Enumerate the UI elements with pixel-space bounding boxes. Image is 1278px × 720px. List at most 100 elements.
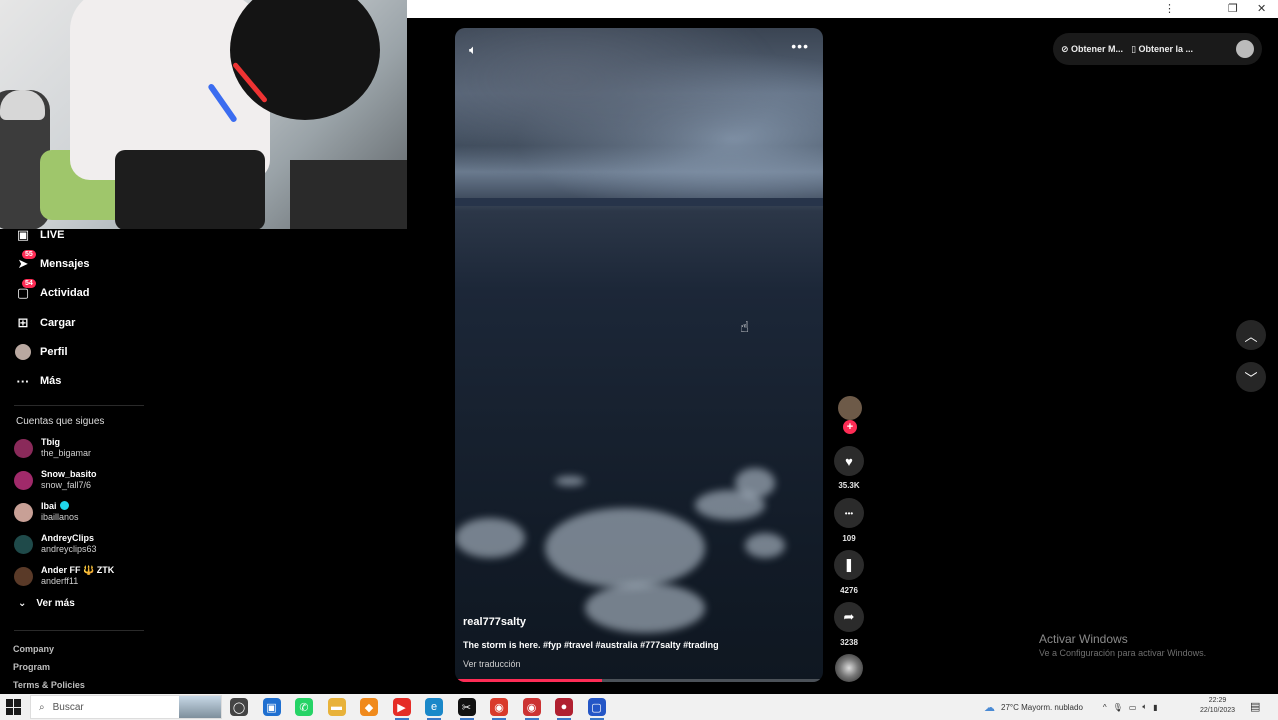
video-progress-fill	[455, 679, 603, 682]
mouse-cursor-icon: ☝︎	[740, 319, 750, 336]
sidebar-item-upload[interactable]: ⊞ Cargar	[14, 312, 76, 334]
watermark-title: Activar Windows	[1039, 632, 1128, 646]
sidebar-item-live[interactable]: ▣ LIVE	[14, 224, 65, 246]
messages-icon: ➤ 55	[14, 250, 36, 273]
taskbar-app-capcut[interactable]: ✂	[457, 698, 476, 716]
tray-chevron-icon[interactable]: ^	[1103, 703, 1107, 712]
account-name: Ibai	[41, 501, 57, 511]
account-handle: snow_fall7/6	[41, 480, 92, 490]
sidebar-item-more[interactable]: ··· Más	[14, 370, 62, 392]
comment-button[interactable]: •••	[834, 498, 864, 528]
video-foam	[555, 476, 585, 486]
get-coins-label: Obtener M...	[1071, 43, 1124, 54]
webcam-person-pants	[115, 150, 265, 229]
following-accounts-title: Cuentas que sigues	[16, 416, 105, 427]
follow-plus-icon[interactable]: +	[843, 420, 857, 434]
top-actions-bar: ⊘ Obtener M... ▯ Obtener la ...	[1053, 33, 1262, 65]
restore-window-icon[interactable]: ❐	[1228, 1, 1238, 17]
taskbar-app-edge[interactable]: e	[425, 698, 443, 716]
taskbar-app-file-explorer[interactable]: ▬	[327, 698, 346, 716]
video-foam	[745, 533, 785, 558]
taskbar-app-youtube[interactable]: ▶	[392, 698, 411, 716]
webcam-desk	[290, 160, 407, 229]
network-icon[interactable]: ▭	[1129, 703, 1137, 712]
sidebar-item-profile[interactable]: Perfil	[14, 341, 68, 363]
chevron-down-icon: ⌄	[18, 598, 27, 609]
chevron-down-icon: ﹀	[1244, 370, 1258, 386]
taskbar-app-task-view[interactable]: ◯	[230, 698, 248, 716]
sidebar-item-messages[interactable]: ➤ 55 Mensajes	[14, 250, 90, 275]
video-horizon	[455, 198, 823, 206]
volume-tray-icon[interactable]: 🔈︎	[1142, 702, 1147, 712]
taskbar-app-widgets[interactable]: ▣	[262, 698, 281, 716]
next-video-button[interactable]: ﹀	[1236, 362, 1266, 392]
video-progress-bar[interactable]	[455, 679, 823, 682]
save-count: 4276	[840, 586, 858, 595]
account-handle: anderff11	[41, 576, 79, 586]
weather-icon: ☁	[984, 701, 995, 714]
more-options-icon[interactable]: •••	[791, 38, 809, 54]
get-app-button[interactable]: ▯ Obtener la ...	[1131, 44, 1193, 55]
sidebar-item-label: Actividad	[40, 287, 90, 299]
video-author[interactable]: real777salty	[463, 616, 526, 628]
video-clouds	[455, 28, 823, 198]
weather-text[interactable]: 27°C Mayorm. nublado	[1001, 703, 1083, 712]
avatar	[14, 566, 33, 586]
taskbar-app-whatsapp[interactable]: ✆	[295, 698, 313, 716]
taskbar-app-chrome[interactable]: ◉	[490, 698, 508, 716]
activity-icon: ▢ 54	[14, 279, 36, 302]
previous-video-button[interactable]: ︿	[1236, 320, 1266, 350]
comment-count: 109	[842, 534, 856, 543]
notifications-icon[interactable]: ▤	[1250, 700, 1260, 713]
watermark-subtitle: Ve a Configuración para activar Windows.	[1039, 648, 1207, 658]
sidebar-divider	[14, 405, 144, 406]
get-coins-button[interactable]: ⊘ Obtener M...	[1061, 44, 1123, 55]
following-account-item[interactable]: AndreyClips andreyclips63	[14, 533, 97, 555]
taskbar-app-app-orange[interactable]: ◆	[360, 698, 378, 716]
taskbar-app-app-red[interactable]: ●	[555, 698, 573, 716]
translate-link[interactable]: Ver traducción	[463, 659, 521, 669]
taskbar-app-chrome-2[interactable]: ◉	[522, 698, 541, 716]
following-account-item[interactable]: Snow_basito snow_fall7/6	[14, 469, 97, 491]
music-disc-icon[interactable]	[835, 654, 863, 682]
search-placeholder: Buscar	[52, 701, 84, 713]
avatar	[14, 438, 33, 458]
video-foam	[545, 508, 705, 588]
save-button[interactable]: ❚	[834, 550, 864, 580]
volume-icon[interactable]: 🔈︎	[469, 42, 477, 58]
taskbar-app-app-blue[interactable]: ▢	[587, 698, 606, 716]
battery-icon[interactable]: ▮	[1153, 703, 1157, 712]
live-icon: ▣	[16, 227, 30, 242]
share-icon: ➦	[843, 609, 855, 624]
avatar	[14, 470, 33, 490]
chevron-up-icon: ︿	[1244, 328, 1258, 344]
footer-link-terms[interactable]: Terms & Policies	[13, 680, 85, 690]
heart-icon: ♥	[845, 453, 853, 469]
like-button[interactable]: ♥	[834, 446, 864, 476]
following-account-item[interactable]: Ander FF 🔱 ZTK anderff11	[14, 565, 114, 587]
following-account-item[interactable]: Ibai ibaillanos	[14, 501, 79, 523]
video-player[interactable]: 🔈︎ ••• real777salty The storm is here. #…	[455, 28, 823, 682]
taskbar-search[interactable]: ⌕ Buscar	[30, 695, 222, 719]
footer-link-company[interactable]: Company	[13, 644, 54, 654]
taskbar-clock[interactable]: 22:29 22/10/2023	[1200, 696, 1235, 716]
microphone-icon[interactable]: 🎙︎	[1113, 703, 1123, 712]
more-icon: ···	[16, 373, 30, 389]
close-window-icon[interactable]: ✕	[1257, 1, 1266, 17]
sidebar-item-activity[interactable]: ▢ 54 Actividad	[14, 279, 90, 304]
following-account-item[interactable]: Tbig the_bigamar	[14, 437, 91, 459]
windows-start-icon[interactable]	[6, 699, 22, 715]
verified-badge-icon	[59, 501, 69, 510]
menu-kebab-icon[interactable]: ⋮	[1164, 1, 1175, 17]
see-more-button[interactable]: ⌄ Ver más	[18, 598, 75, 609]
user-avatar[interactable]	[1236, 40, 1254, 58]
author-avatar[interactable]	[838, 396, 862, 420]
webcam-overlay	[0, 0, 407, 229]
phone-icon: ▯	[1131, 43, 1139, 54]
share-button[interactable]: ➦	[834, 602, 864, 632]
sidebar-divider	[14, 630, 144, 631]
account-name: Tbig	[41, 437, 60, 447]
get-app-label: Obtener la ...	[1138, 43, 1194, 54]
account-name: Snow_basito	[41, 469, 97, 479]
footer-link-program[interactable]: Program	[13, 662, 50, 672]
